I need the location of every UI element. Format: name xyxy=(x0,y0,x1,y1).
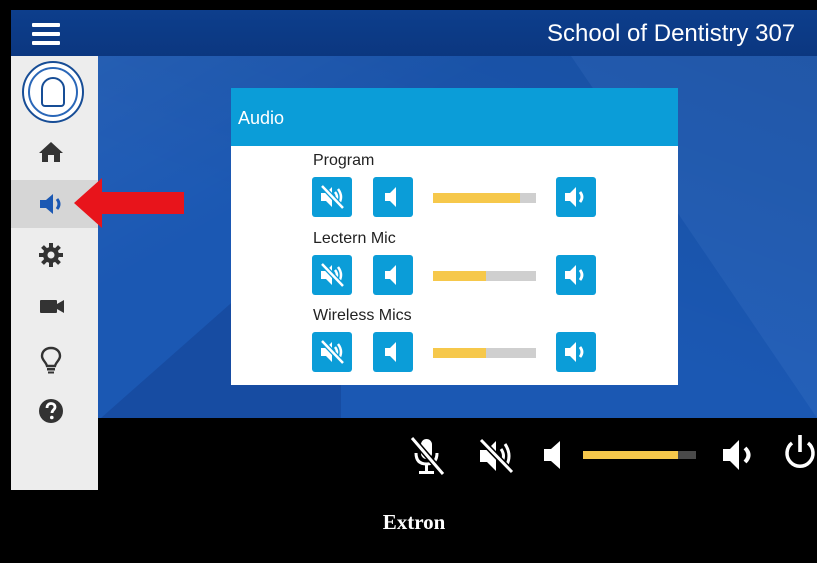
extron-brand-label: Extron xyxy=(382,510,446,534)
power-icon[interactable] xyxy=(782,433,817,473)
red-arrow-annotation xyxy=(74,178,184,228)
volume-down-icon xyxy=(385,187,396,207)
lectern-mic-volume-fill xyxy=(433,271,486,281)
channel-label-lectern-mic: Lectern Mic xyxy=(313,230,396,247)
menu-icon[interactable] xyxy=(32,23,60,45)
sidebar-item-camera[interactable] xyxy=(11,282,98,330)
wireless-mics-mute-button[interactable] xyxy=(312,332,352,372)
bottom-control-bar xyxy=(98,418,817,490)
lightbulb-icon xyxy=(40,346,62,374)
help-icon xyxy=(39,399,63,423)
gear-icon xyxy=(39,243,63,267)
audio-panel-title: Audio xyxy=(238,108,285,128)
master-volume-down-icon[interactable] xyxy=(541,438,567,472)
speaker-muted-icon xyxy=(320,262,345,288)
master-volume-fill xyxy=(583,451,678,459)
master-mute-icon[interactable] xyxy=(476,436,516,476)
room-title: School of Dentistry 307 xyxy=(547,20,796,47)
wireless-mics-volume-down-button[interactable] xyxy=(373,332,413,372)
wireless-mics-volume-slider[interactable] xyxy=(433,348,536,358)
master-volume-slider[interactable] xyxy=(583,451,696,459)
microphone-muted-icon[interactable] xyxy=(408,436,446,476)
speaker-muted-icon xyxy=(320,184,345,210)
program-mute-button[interactable] xyxy=(312,177,352,217)
touch-panel-frame: School of Dentistry 307 Audio Program Le… xyxy=(0,0,817,563)
program-volume-down-button[interactable] xyxy=(373,177,413,217)
volume-up-icon xyxy=(565,265,584,285)
audio-panel-header: Audio xyxy=(231,88,678,146)
program-volume-slider[interactable] xyxy=(433,193,536,203)
video-camera-icon xyxy=(40,300,64,313)
sidebar-item-help[interactable] xyxy=(11,386,98,434)
program-volume-up-button[interactable] xyxy=(556,177,596,217)
lectern-mic-mute-button[interactable] xyxy=(312,255,352,295)
school-seal-logo xyxy=(22,61,84,123)
program-volume-fill xyxy=(433,193,520,203)
wireless-mics-volume-fill xyxy=(433,348,486,358)
home-icon xyxy=(39,142,63,162)
speaker-icon xyxy=(40,194,61,214)
channel-label-wireless-mics: Wireless Mics xyxy=(313,307,412,324)
sidebar xyxy=(11,56,98,490)
sidebar-item-settings[interactable] xyxy=(11,230,98,278)
lectern-mic-volume-slider[interactable] xyxy=(433,271,536,281)
wireless-mics-volume-up-button[interactable] xyxy=(556,332,596,372)
volume-down-icon xyxy=(385,342,396,362)
lectern-mic-volume-down-button[interactable] xyxy=(373,255,413,295)
sidebar-item-lighting[interactable] xyxy=(11,334,98,382)
volume-up-icon xyxy=(565,342,584,362)
master-volume-up-icon[interactable] xyxy=(720,436,760,474)
touch-panel-screen: School of Dentistry 307 Audio Program Le… xyxy=(11,10,817,563)
audio-panel: Audio Program Lectern Mic Wireless Mics xyxy=(231,88,678,385)
volume-down-icon xyxy=(385,265,396,285)
lectern-mic-volume-up-button[interactable] xyxy=(556,255,596,295)
volume-up-icon xyxy=(565,187,584,207)
channel-label-program: Program xyxy=(313,152,375,169)
speaker-muted-icon xyxy=(320,339,345,365)
sidebar-item-home[interactable] xyxy=(11,128,98,176)
top-bar: School of Dentistry 307 xyxy=(11,10,817,56)
